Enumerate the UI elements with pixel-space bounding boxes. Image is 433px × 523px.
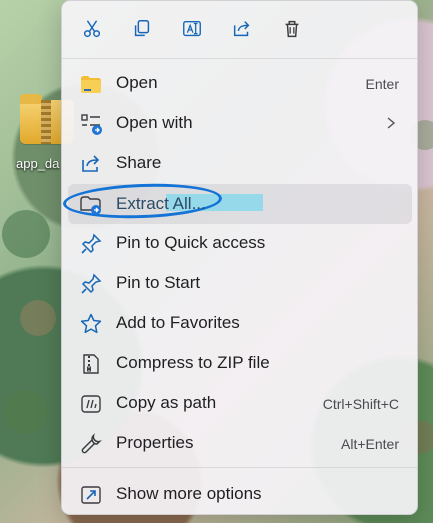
pin-icon [79,232,103,256]
menu-item-label: Extract All... [116,194,206,213]
menu-item-add-favorites[interactable]: Add to Favorites [62,303,417,343]
scissors-icon [83,20,101,38]
zip-file-icon [79,352,103,376]
chevron-right-icon [385,116,397,130]
share-button[interactable] [226,15,258,43]
menu-item-shortcut: Enter [365,76,399,92]
copy-button[interactable] [126,15,158,43]
desktop-decoration [2,210,50,258]
menu-item-label: Compress to ZIP file [116,353,270,372]
menu-item-copy-as-path[interactable]: Copy as path Ctrl+Shift+C [62,383,417,423]
menu-item-label: Properties [116,433,194,452]
menu-item-label: Open with [116,113,193,132]
menu-item-open-with[interactable]: Open with [62,103,417,143]
trash-icon [285,20,299,38]
menu-item-pin-start[interactable]: Pin to Start [62,263,417,303]
delete-button[interactable] [276,15,308,43]
extract-folder-icon [79,193,103,217]
zip-stripe [41,100,51,144]
more-options-icon [79,483,103,507]
menu-item-shortcut: Alt+Enter [341,436,399,452]
share-icon [233,21,250,37]
menu-item-pin-quick-access[interactable]: Pin to Quick access [62,223,417,263]
menu-separator [62,467,417,468]
desktop-decoration [20,300,56,336]
menu-item-label: Pin to Quick access [116,233,266,252]
menu-separator [62,58,417,59]
menu-item-compress-zip[interactable]: Compress to ZIP file [62,343,417,383]
pin-icon [79,272,103,296]
cut-button[interactable] [76,15,108,43]
copy-icon [134,20,150,37]
menu-item-extract-all[interactable]: Extract All... [62,181,412,224]
folder-icon [79,72,103,96]
desktop-decoration [4,390,48,434]
menu-item-label: Add to Favorites [116,313,240,332]
menu-item-label: Share [116,153,162,172]
rename-button[interactable] [176,15,208,43]
menu-item-open[interactable]: Open Enter [62,63,417,103]
menu-item-share[interactable]: Share [62,143,417,183]
menu-item-properties[interactable]: Properties Alt+Enter [62,423,417,463]
rename-icon [183,20,201,37]
wrench-icon [79,432,103,456]
menu-item-label: Copy as path [116,393,217,412]
open-with-icon [79,112,103,136]
share-icon [79,152,103,176]
context-menu-toolbar [62,1,417,55]
desktop-file-label: app_da [16,156,60,171]
menu-item-show-more-options[interactable]: Show more options [62,474,417,514]
menu-item-label: Open [116,73,158,92]
menu-item-shortcut: Ctrl+Shift+C [322,396,399,412]
menu-item-label: Pin to Start [116,273,201,292]
context-menu: Open Enter Open with Share Extract All..… [61,0,418,515]
menu-item-label: Show more options [116,484,262,503]
copy-path-icon [79,392,103,416]
star-icon [79,312,103,336]
